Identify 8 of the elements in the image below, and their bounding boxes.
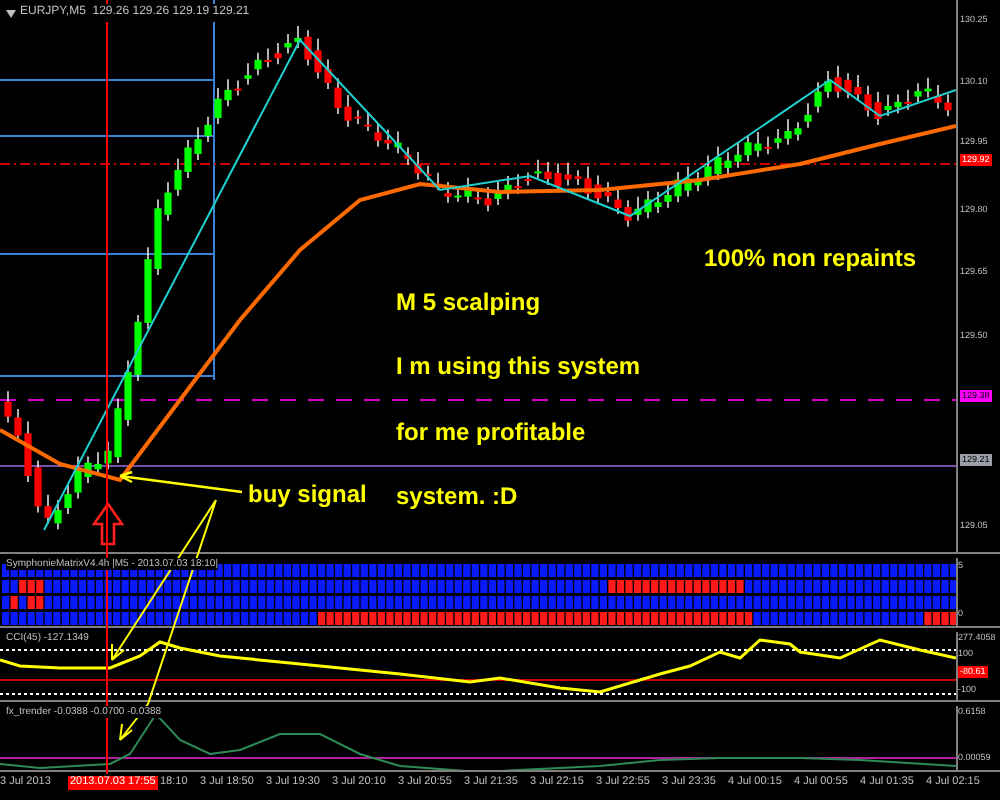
up-arrow-icon bbox=[91, 501, 125, 546]
dropdown-triangle-icon[interactable] bbox=[6, 9, 16, 17]
chart-annotation: I m using this system bbox=[396, 350, 641, 384]
chart-annotation: system. :D bbox=[396, 480, 518, 514]
chart-annotation: buy signal bbox=[248, 478, 367, 512]
chart-annotation: 100% non repaints bbox=[704, 242, 917, 276]
chart-annotation: for me profitable bbox=[396, 416, 586, 450]
chart-annotation: M 5 scalping bbox=[396, 286, 541, 320]
